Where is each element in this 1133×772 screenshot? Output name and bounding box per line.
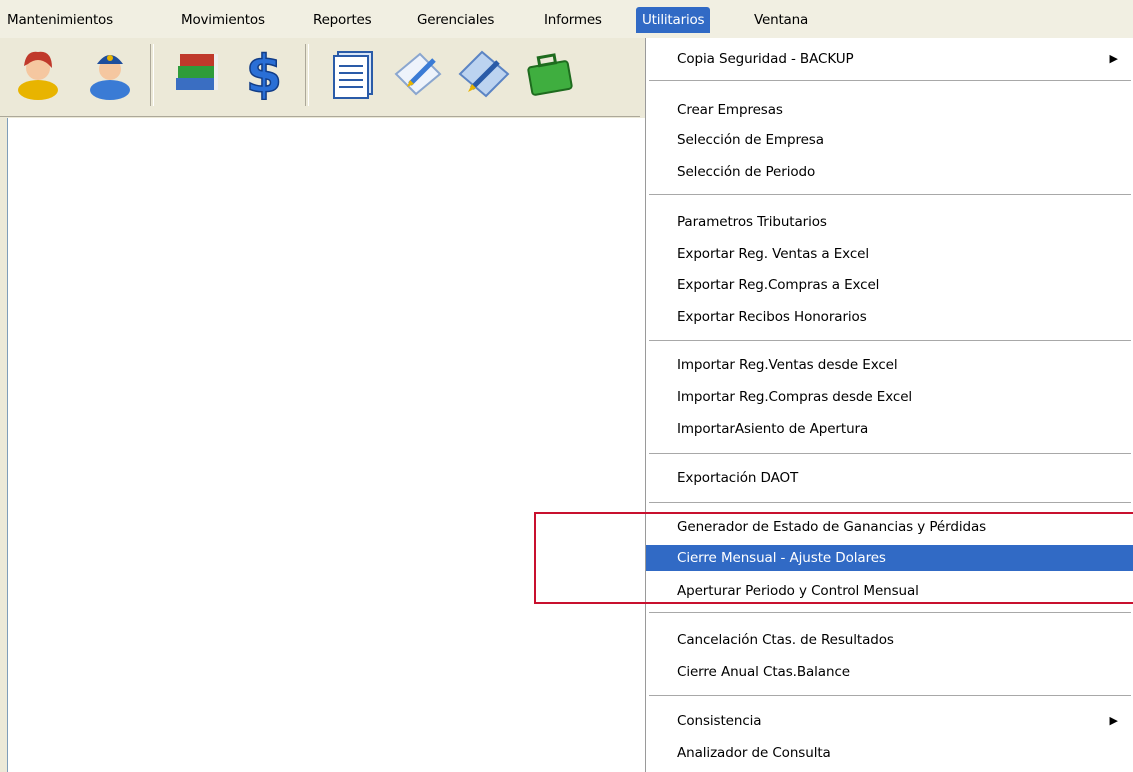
menu-movimientos[interactable]: Movimientos [181, 9, 265, 31]
menu-item-label: Cierre Mensual - Ajuste Dolares [677, 550, 886, 566]
menu-item-label: Importar Reg.Ventas desde Excel [677, 357, 898, 373]
partial-icon[interactable] [584, 44, 624, 100]
menu-item-parametros-tributarios[interactable]: Parametros Tributarios [646, 209, 1133, 235]
pencil-book-icon[interactable] [456, 44, 512, 100]
menu-item-label: Crear Empresas [677, 102, 783, 118]
menu-item-label: Cierre Anual Ctas.Balance [677, 664, 850, 680]
menu-item-label: Exportación DAOT [677, 470, 799, 486]
menu-item-analizador-consulta[interactable]: Analizador de Consulta [646, 740, 1133, 766]
menu-item-label: Selección de Empresa [677, 132, 824, 148]
menu-item-exportar-recibos[interactable]: Exportar Recibos Honorarios [646, 304, 1133, 330]
user-female-icon[interactable] [10, 44, 66, 100]
document-list-icon[interactable] [326, 44, 382, 100]
toolbar-separator [305, 44, 309, 106]
menu-item-exportar-ventas[interactable]: Exportar Reg. Ventas a Excel [646, 241, 1133, 267]
dollar-icon[interactable]: $ [236, 44, 292, 100]
menu-item-generador-ganancias-perdidas[interactable]: Generador de Estado de Ganancias y Pérdi… [646, 514, 1133, 540]
menu-informes[interactable]: Informes [544, 9, 602, 31]
menu-item-label: Exportar Reg. Ventas a Excel [677, 246, 870, 262]
edit-document-icon[interactable] [390, 44, 446, 100]
menu-item-label: Selección de Periodo [677, 164, 816, 180]
menu-item-label: Analizador de Consulta [677, 745, 831, 761]
menu-item-cancelacion-ctas[interactable]: Cancelación Ctas. de Resultados [646, 627, 1133, 653]
menu-item-importar-asiento[interactable]: ImportarAsiento de Apertura [646, 416, 1133, 442]
menu-item-label: Generador de Estado de Ganancias y Pérdi… [677, 519, 987, 535]
menu-item-label: Parametros Tributarios [677, 214, 827, 230]
menu-reportes[interactable]: Reportes [313, 9, 372, 31]
menu-item-label: Cancelación Ctas. de Resultados [677, 632, 894, 648]
menu-item-crear-empresas[interactable]: Crear Empresas [646, 97, 1133, 123]
menu-item-exportar-compras[interactable]: Exportar Reg.Compras a Excel [646, 272, 1133, 298]
menu-item-seleccion-empresa[interactable]: Selección de Empresa [646, 127, 1133, 153]
briefcase-icon[interactable] [522, 44, 578, 100]
menu-item-cierre-mensual[interactable]: Cierre Mensual - Ajuste Dolares [646, 545, 1133, 571]
menu-separator [649, 695, 1131, 696]
menu-separator [649, 502, 1131, 503]
menu-item-seleccion-periodo[interactable]: Selección de Periodo [646, 159, 1133, 185]
menu-item-importar-ventas[interactable]: Importar Reg.Ventas desde Excel [646, 352, 1133, 378]
menu-item-label: Importar Reg.Compras desde Excel [677, 389, 913, 405]
menu-item-exportacion-daot[interactable]: Exportación DAOT [646, 465, 1133, 491]
menu-item-importar-compras[interactable]: Importar Reg.Compras desde Excel [646, 384, 1133, 410]
menu-item-aperturar-periodo[interactable]: Aperturar Periodo y Control Mensual [646, 578, 1133, 604]
svg-text:$: $ [246, 45, 282, 100]
menu-item-label: Exportar Reg.Compras a Excel [677, 277, 880, 293]
menu-separator [649, 80, 1131, 81]
toolbar-separator [150, 44, 154, 106]
menu-utilitarios[interactable]: Utilitarios [636, 7, 711, 33]
menu-ventana[interactable]: Ventana [754, 9, 808, 31]
submenu-arrow-icon: ▶ [1109, 714, 1118, 727]
submenu-arrow-icon: ▶ [1109, 52, 1118, 65]
books-icon[interactable] [170, 44, 226, 100]
menu-separator [649, 612, 1131, 613]
menu-item-label: ImportarAsiento de Apertura [677, 421, 869, 437]
menu-item-label: Copia Seguridad - BACKUP [677, 51, 854, 67]
menu-separator [649, 453, 1131, 454]
menu-item-cierre-anual[interactable]: Cierre Anual Ctas.Balance [646, 659, 1133, 685]
menu-item-label: Exportar Recibos Honorarios [677, 309, 867, 325]
toolbar: $ [0, 38, 640, 117]
menu-mantenimientos[interactable]: Mantenimientos [7, 9, 113, 31]
menu-item-consistencia[interactable]: Consistencia ▶ [646, 708, 1133, 734]
menu-separator [649, 340, 1131, 341]
menu-item-label: Aperturar Periodo y Control Mensual [677, 583, 919, 599]
menu-separator [649, 194, 1131, 195]
menu-gerenciales[interactable]: Gerenciales [417, 9, 494, 31]
menu-item-label: Consistencia [677, 713, 762, 729]
utilitarios-dropdown: Copia Seguridad - BACKUP ▶ Crear Empresa… [645, 38, 1133, 772]
menu-item-copia-seguridad[interactable]: Copia Seguridad - BACKUP ▶ [646, 46, 1133, 72]
menu-bar: Mantenimientos Movimientos Reportes Gere… [0, 0, 1133, 38]
user-male-icon[interactable] [82, 44, 138, 100]
workspace-area [7, 118, 648, 772]
